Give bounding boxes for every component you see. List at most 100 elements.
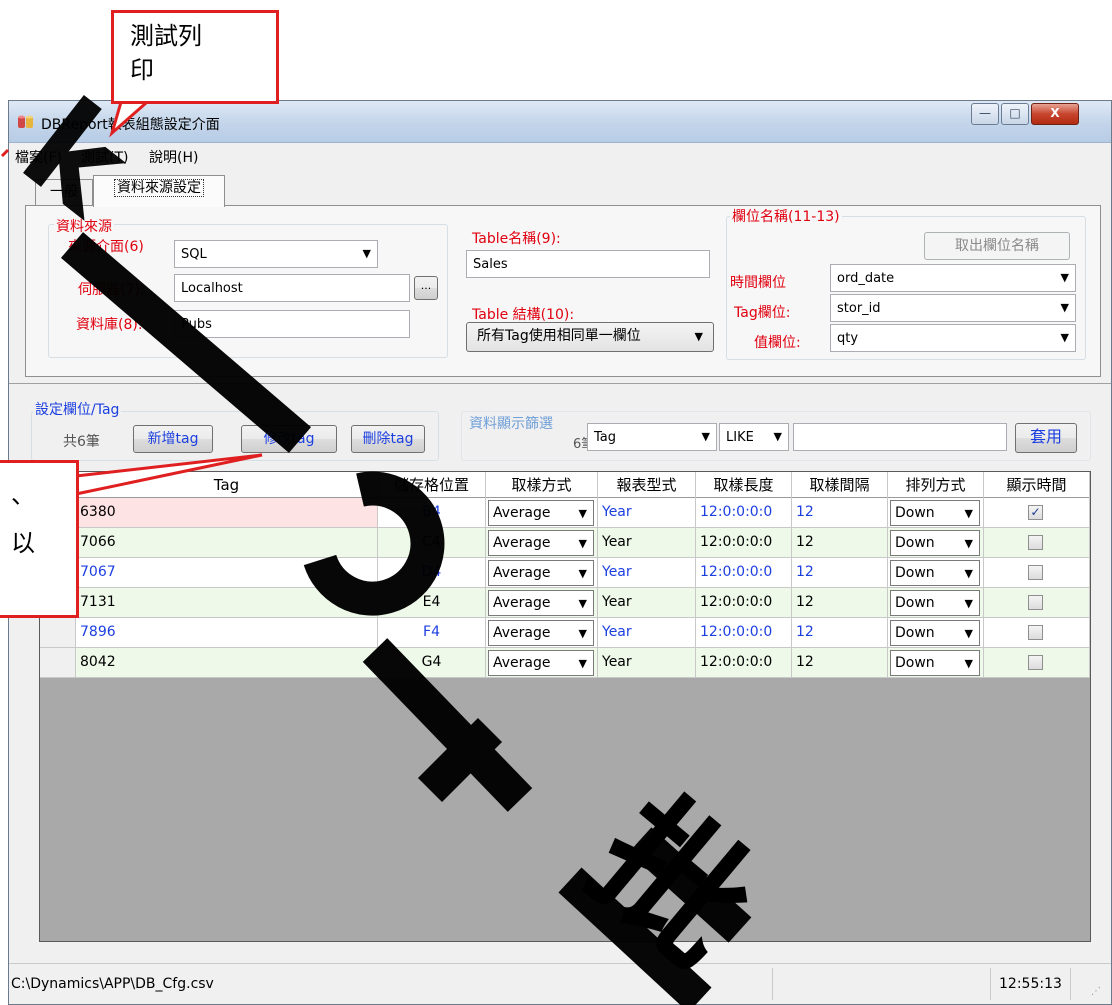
cell-type[interactable]: Year: [598, 588, 696, 618]
resize-grip-icon[interactable]: ⋰: [1091, 986, 1101, 997]
cell-interval[interactable]: 12: [792, 648, 888, 678]
cell-cell[interactable]: G4: [378, 648, 486, 678]
cell-order-select[interactable]: Down ▼: [890, 500, 980, 526]
show-time-checkbox[interactable]: [1028, 595, 1043, 610]
table-structure-select[interactable]: 所有Tag使用相同單一欄位 ▼: [466, 322, 714, 352]
cell-method-select[interactable]: Average ▼: [488, 530, 594, 556]
cell-order[interactable]: Down ▼: [888, 588, 984, 618]
table-row[interactable]: 6380 B4 Average ▼ Year 12:0:0:0:0 12 Down ▼ ✓: [40, 498, 1090, 528]
cell-order-select[interactable]: Down ▼: [890, 620, 980, 646]
table-row[interactable]: 7896 F4 Average ▼ Year 12:0:0:0:0 12 Down ▼: [40, 618, 1090, 648]
cell-tag[interactable]: 8042: [76, 648, 378, 678]
cell-method-select[interactable]: Average ▼: [488, 500, 594, 526]
cell-show_time[interactable]: [984, 588, 1090, 618]
cell-interval[interactable]: 12: [792, 498, 888, 528]
tag-field-select[interactable]: stor_id ▼: [830, 294, 1076, 322]
cell-type[interactable]: Year: [598, 618, 696, 648]
maximize-button[interactable]: □: [1001, 103, 1029, 125]
cell-show_time[interactable]: [984, 648, 1090, 678]
cell-tag[interactable]: 6380: [76, 498, 378, 528]
cell-method-select[interactable]: Average ▼: [488, 560, 594, 586]
cell-method[interactable]: Average ▼: [486, 648, 598, 678]
cell-cell[interactable]: B4: [378, 498, 486, 528]
cell-method[interactable]: Average ▼: [486, 618, 598, 648]
show-time-checkbox[interactable]: [1028, 625, 1043, 640]
col-header-showtime[interactable]: 顯示時間: [984, 472, 1090, 498]
cell-show_time[interactable]: [984, 618, 1090, 648]
cell-length[interactable]: 12:0:0:0:0: [696, 648, 792, 678]
cell-order[interactable]: Down ▼: [888, 558, 984, 588]
value-field-select[interactable]: qty ▼: [830, 324, 1076, 352]
cell-order-select[interactable]: Down ▼: [890, 650, 980, 676]
col-header-order[interactable]: 排列方式: [888, 472, 984, 498]
filter-field-select[interactable]: Tag ▼: [587, 423, 717, 451]
time-field-select[interactable]: ord_date ▼: [830, 264, 1076, 292]
cell-cell[interactable]: F4: [378, 618, 486, 648]
tab-datasource[interactable]: 資料來源設定: [93, 175, 225, 207]
minimize-button[interactable]: —: [971, 103, 999, 125]
cell-cell[interactable]: E4: [378, 588, 486, 618]
cell-cell[interactable]: C4: [378, 528, 486, 558]
menu-help[interactable]: 說明(H): [149, 147, 198, 167]
cell-type[interactable]: Year: [598, 648, 696, 678]
col-header-type[interactable]: 報表型式: [598, 472, 696, 498]
table-name-input[interactable]: Sales: [466, 250, 710, 278]
show-time-checkbox[interactable]: [1028, 535, 1043, 550]
cell-method[interactable]: Average ▼: [486, 498, 598, 528]
cell-tag[interactable]: 7066: [76, 528, 378, 558]
cell-order[interactable]: Down ▼: [888, 498, 984, 528]
cell-cell[interactable]: D4: [378, 558, 486, 588]
table-row[interactable]: 8042 G4 Average ▼ Year 12:0:0:0:0 12 Down ▼: [40, 648, 1090, 678]
menu-file[interactable]: 檔案(F): [15, 147, 62, 167]
table-row[interactable]: 7131 E4 Average ▼ Year 12:0:0:0:0 12 Down ▼: [40, 588, 1090, 618]
col-header-interval[interactable]: 取樣間隔: [792, 472, 888, 498]
browse-button[interactable]: ...: [414, 276, 438, 300]
apply-filter-button[interactable]: 套用: [1015, 423, 1077, 453]
col-header-tag[interactable]: Tag: [76, 472, 378, 498]
cell-length[interactable]: 12:0:0:0:0: [696, 618, 792, 648]
tab-general[interactable]: 一般: [35, 179, 93, 205]
show-time-checkbox[interactable]: [1028, 565, 1043, 580]
cell-order-select[interactable]: Down ▼: [890, 530, 980, 556]
cell-type[interactable]: Year: [598, 528, 696, 558]
cell-order-select[interactable]: Down ▼: [890, 590, 980, 616]
row-header[interactable]: [40, 648, 76, 678]
cell-method-select[interactable]: Average ▼: [488, 590, 594, 616]
cell-show_time[interactable]: [984, 528, 1090, 558]
database-input[interactable]: Pubs: [174, 310, 410, 338]
cell-length[interactable]: 12:0:0:0:0: [696, 528, 792, 558]
filter-operator-select[interactable]: LIKE ▼: [719, 423, 789, 451]
cell-interval[interactable]: 12: [792, 528, 888, 558]
cell-interval[interactable]: 12: [792, 618, 888, 648]
cell-tag[interactable]: 7067: [76, 558, 378, 588]
interface-select[interactable]: SQL ▼: [174, 240, 378, 268]
cell-order[interactable]: Down ▼: [888, 528, 984, 558]
cell-length[interactable]: 12:0:0:0:0: [696, 588, 792, 618]
close-button[interactable]: X: [1031, 103, 1079, 125]
col-header-method[interactable]: 取樣方式: [486, 472, 598, 498]
cell-order[interactable]: Down ▼: [888, 648, 984, 678]
cell-interval[interactable]: 12: [792, 558, 888, 588]
delete-tag-button[interactable]: 刪除tag: [351, 425, 425, 453]
cell-type[interactable]: Year: [598, 558, 696, 588]
table-row[interactable]: 7067 D4 Average ▼ Year 12:0:0:0:0 12 Down ▼: [40, 558, 1090, 588]
col-header-cell[interactable]: 儲存格位置: [378, 472, 486, 498]
cell-type[interactable]: Year: [598, 498, 696, 528]
cell-method-select[interactable]: Average ▼: [488, 620, 594, 646]
add-tag-button[interactable]: 新增tag: [133, 425, 213, 453]
show-time-checkbox[interactable]: ✓: [1028, 505, 1043, 520]
edit-tag-button[interactable]: 修改tag: [241, 425, 337, 453]
cell-tag[interactable]: 7131: [76, 588, 378, 618]
server-input[interactable]: Localhost: [174, 274, 410, 302]
cell-length[interactable]: 12:0:0:0:0: [696, 558, 792, 588]
cell-interval[interactable]: 12: [792, 588, 888, 618]
row-header[interactable]: [40, 618, 76, 648]
cell-tag[interactable]: 7896: [76, 618, 378, 648]
cell-show_time[interactable]: [984, 558, 1090, 588]
get-fields-button[interactable]: 取出欄位名稱: [924, 232, 1070, 260]
cell-method[interactable]: Average ▼: [486, 588, 598, 618]
tag-grid[interactable]: Tag 儲存格位置 取樣方式 報表型式 取樣長度 取樣間隔 排列方式 顯示時間 …: [39, 471, 1091, 942]
filter-text-input[interactable]: [793, 423, 1007, 451]
cell-order[interactable]: Down ▼: [888, 618, 984, 648]
title-bar[interactable]: DBReport報表組態設定介面 — □ X: [9, 101, 1111, 143]
